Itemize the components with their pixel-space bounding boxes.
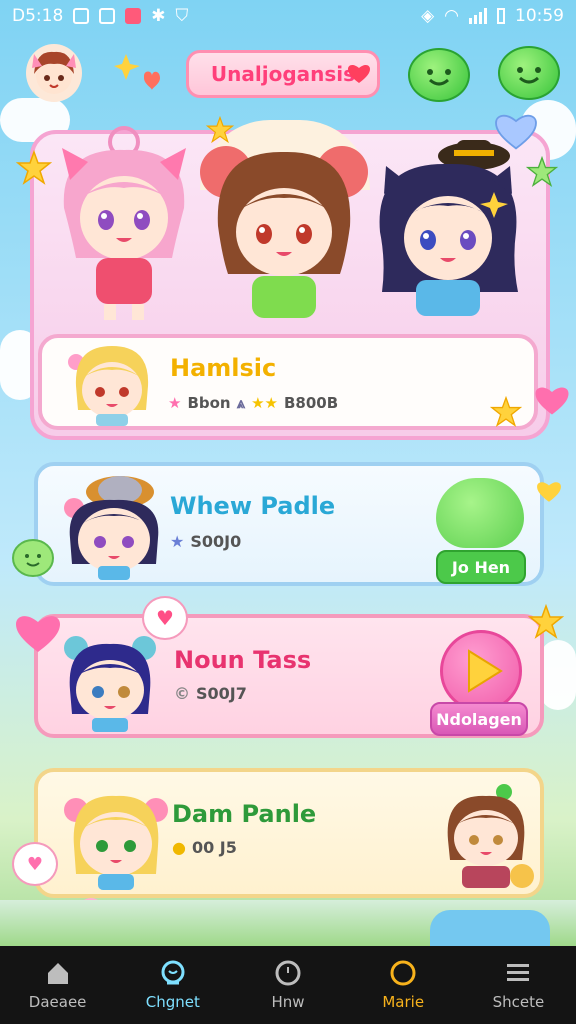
character-name: Noun Tass: [174, 646, 312, 674]
character-score: 00 J5: [191, 838, 237, 857]
scenery-pool: [430, 910, 550, 946]
character-navy-hair[interactable]: [370, 132, 530, 332]
menu-icon: [507, 964, 530, 981]
featured-character-name: Hamlsic: [170, 354, 277, 382]
character-card[interactable]: Noun Tass © S00J7 Ndolagen: [34, 614, 544, 738]
speech-bubble-heart: ♥: [12, 842, 58, 886]
wifi-icon: ◠: [444, 6, 459, 26]
join-button-label: Jo Hen: [451, 557, 511, 577]
star-icon: [526, 156, 558, 188]
character-score: S00J7: [196, 684, 247, 703]
character-pink-hair[interactable]: [54, 118, 194, 328]
slime-face-icon: [517, 67, 541, 84]
green-slime-button[interactable]: [498, 46, 560, 100]
circle-icon: [275, 960, 301, 986]
character-card[interactable]: Dam Panle ● 00 J5: [34, 768, 544, 898]
gallery-icon: [73, 8, 90, 24]
nav-item-new[interactable]: Hnw: [230, 946, 345, 1024]
star-icon: ★: [170, 532, 185, 551]
app-icon: [125, 8, 142, 24]
image-icon: [99, 8, 116, 24]
nav-item-marie[interactable]: Marie: [346, 946, 461, 1024]
signal-icon: [469, 8, 487, 24]
heart-icon: [535, 387, 569, 415]
ndolagen-button[interactable]: Ndolagen: [430, 702, 528, 736]
nav-label: Chgnet: [145, 993, 200, 1011]
player-avatar[interactable]: [26, 44, 82, 102]
character-portrait: [64, 795, 168, 890]
character-brown-hair[interactable]: [200, 136, 368, 332]
status-time-left: D5:18: [12, 6, 64, 26]
ndolagen-button-label: Ndolagen: [436, 709, 522, 729]
star-icon: ★: [168, 394, 182, 412]
notification-icon: ✱: [151, 6, 166, 26]
home-icon: [47, 963, 68, 984]
game-title-banner: Unaljogansis: [186, 50, 380, 98]
join-button[interactable]: Jo Hen: [436, 550, 526, 584]
coin-icon: ●: [172, 838, 186, 857]
star-icon: [528, 604, 564, 639]
shield-icon: ⛉: [175, 6, 189, 26]
green-slime-button[interactable]: [408, 48, 470, 102]
battery-icon: [497, 8, 505, 24]
heart-icon: [348, 65, 370, 83]
green-slime-icon: [436, 478, 524, 548]
nav-label: Shcete: [492, 993, 545, 1011]
character-name: Dam Panle: [172, 800, 317, 828]
hearts-icon: [16, 616, 60, 652]
character-portrait-brown: [447, 784, 534, 888]
play-button[interactable]: [440, 630, 522, 712]
character-score: S00J0: [190, 532, 242, 551]
star-icon: ★★: [251, 394, 278, 412]
nav-item-home[interactable]: Daeaee: [0, 946, 115, 1024]
character-name: Whew Padle: [170, 492, 336, 520]
nav-label: Hnw: [271, 993, 305, 1011]
chat-icon: [161, 960, 185, 985]
game-title: Unaljogansis: [210, 62, 356, 86]
featured-score-label: Bbon: [187, 394, 231, 412]
avatar-face-icon: [32, 51, 76, 94]
slime-face-icon: [427, 69, 451, 86]
cloud-decoration: [540, 640, 576, 710]
nav-item-chat[interactable]: Chgnet: [115, 946, 230, 1024]
sparkle-heart-icon: [114, 54, 160, 90]
play-icon: [468, 649, 503, 693]
status-time-right: 10:59: [515, 6, 564, 26]
status-bar: D5:18 ✱ ⛉ ◈ ◠ 10:59: [0, 0, 576, 34]
coin-icon: ©: [174, 684, 190, 703]
ring-icon: [390, 960, 416, 986]
featured-character-card[interactable]: Hamlsic ★ Bbon ⩓ ★★ B800B: [38, 334, 538, 430]
speech-bubble-heart: ♥: [142, 596, 188, 640]
heart-icon: [537, 482, 561, 502]
featured-character-portrait: [68, 346, 149, 426]
green-slime-icon: [12, 539, 54, 577]
star-icon: [16, 150, 52, 185]
nav-item-settings[interactable]: Shcete: [461, 946, 576, 1024]
character-card[interactable]: Whew Padle ★ S00J0 Jo Hen: [34, 462, 544, 586]
location-icon: ◈: [421, 6, 435, 26]
rank-icon: ⩓: [236, 394, 246, 412]
bottom-navigation: Daeaee Chgnet Hnw Marie Shcete: [0, 946, 576, 1024]
character-portrait: [64, 636, 156, 732]
featured-score-value: B800B: [283, 394, 339, 412]
nav-label: Daeaee: [28, 993, 87, 1011]
nav-label: Marie: [382, 993, 425, 1011]
star-icon: [490, 396, 522, 428]
character-portrait: [64, 476, 159, 580]
